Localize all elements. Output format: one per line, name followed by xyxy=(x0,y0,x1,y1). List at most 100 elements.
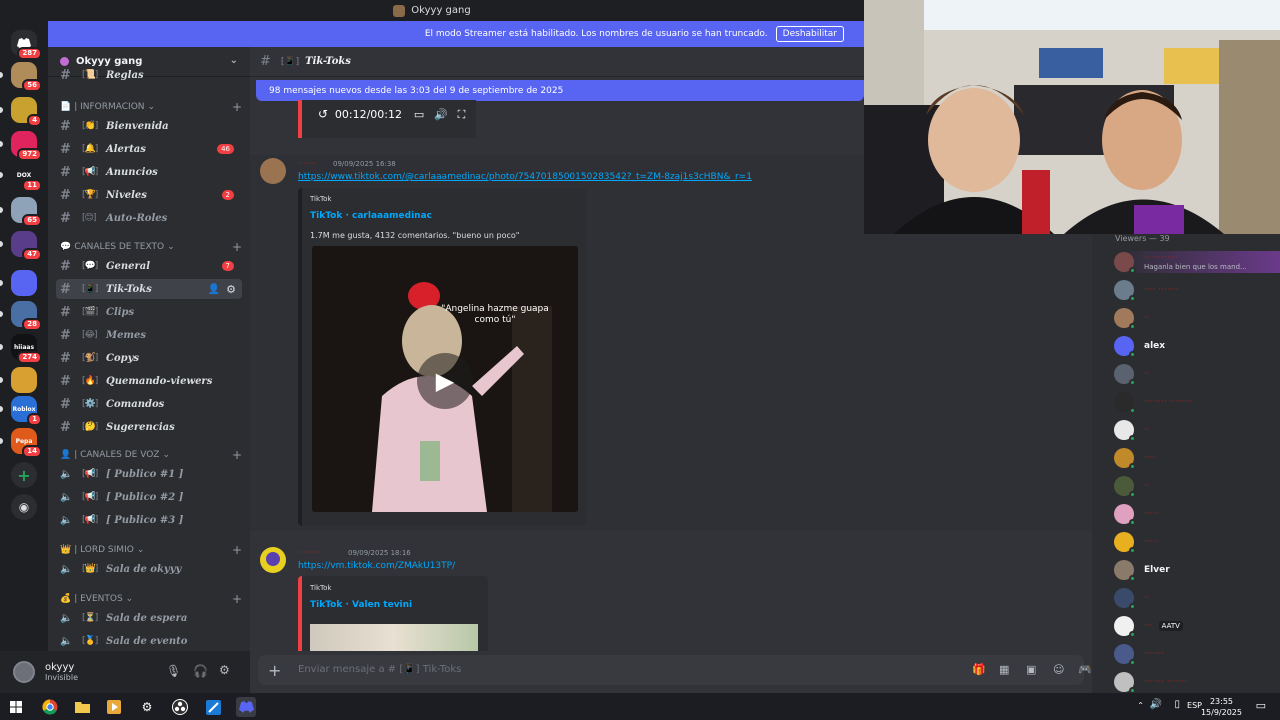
text-channel[interactable]: # [🤔] Sugerencias xyxy=(56,417,242,437)
avatar[interactable] xyxy=(260,158,286,184)
settings-icon[interactable]: ⚙ xyxy=(137,697,157,717)
add-server-icon[interactable]: + xyxy=(11,462,37,488)
server-icon[interactable]: 65 xyxy=(11,197,42,227)
info-channel[interactable]: # [🔔] Alertas 46 xyxy=(56,139,242,159)
add-channel-icon[interactable]: + xyxy=(232,543,242,557)
voice-channel[interactable]: 🔈 [📢] [ Publico #2 ] xyxy=(56,487,242,507)
captions-icon[interactable]: ▭ xyxy=(414,108,424,121)
fullscreen-icon[interactable]: ⛶ xyxy=(458,108,466,121)
add-channel-icon[interactable]: + xyxy=(232,448,242,462)
discover-icon[interactable]: ◉ xyxy=(11,494,37,520)
server-icon[interactable]: DOX 11 xyxy=(11,162,42,192)
channel-reglas[interactable]: # [📜] Reglas xyxy=(56,69,242,81)
info-channel[interactable]: # [👏] Bienvenida xyxy=(56,116,242,136)
play-icon[interactable]: ▶ xyxy=(417,353,473,409)
info-channel[interactable]: # [🏆] Niveles 2 xyxy=(56,185,242,205)
server-icon[interactable]: Roblox 1 xyxy=(11,396,42,426)
server-icon[interactable]: 28 xyxy=(11,301,42,331)
clock[interactable]: 23:55 15/9/2025 xyxy=(1201,696,1242,718)
server-icon[interactable]: 47 xyxy=(11,231,42,261)
folder-icon[interactable] xyxy=(72,697,92,717)
replay-icon[interactable]: ↺ xyxy=(318,107,328,121)
server-icon[interactable]: 972 xyxy=(11,131,42,161)
server-icon[interactable]: Pepa 14 xyxy=(11,428,42,458)
category-texto[interactable]: 💬 CANALES DE TEXTO ⌄ + xyxy=(60,240,242,254)
category-voz[interactable]: 👤 | CANALES DE VOZ ⌄ + xyxy=(60,448,242,462)
battery-icon[interactable]: ▯ xyxy=(1174,699,1180,710)
viewer-row[interactable]: ·· xyxy=(1114,419,1280,442)
chevron-up-icon[interactable]: ⌃ xyxy=(1137,701,1144,710)
add-channel-icon[interactable]: + xyxy=(232,592,242,606)
gif-icon[interactable]: ▦ xyxy=(999,663,1009,676)
text-channel[interactable]: # [😂] Memes xyxy=(56,325,242,345)
add-channel-icon[interactable]: + xyxy=(232,240,242,254)
message-link[interactable]: https://vm.tiktok.com/ZMAkU13TP/ xyxy=(298,561,455,571)
media-player-icon[interactable] xyxy=(104,697,124,717)
viewer-row[interactable]: ······· ······· xyxy=(1114,671,1280,693)
gamepad-icon[interactable]: 🎮 xyxy=(1078,663,1092,676)
viewer-row[interactable]: ·· xyxy=(1114,363,1280,386)
viewer-row[interactable]: ····· xyxy=(1114,503,1280,526)
category-lord-simio[interactable]: 👑 | LORD SIMIO ⌄ + xyxy=(60,543,242,557)
app-icon[interactable] xyxy=(203,697,223,717)
text-channel[interactable]: # [🎬] Clips xyxy=(56,302,242,322)
voice-channel[interactable]: 🔈 [📢] [ Publico #3 ] xyxy=(56,510,242,530)
viewer-row[interactable]: ·· xyxy=(1114,587,1280,610)
server-icon[interactable] xyxy=(11,367,37,393)
avatar[interactable] xyxy=(260,547,286,573)
gift-icon[interactable]: 🎁 xyxy=(972,663,986,676)
viewer-row[interactable]: ···· xyxy=(1114,447,1280,470)
message-author[interactable]: ······· xyxy=(298,159,316,168)
discord-home-icon[interactable]: 287 xyxy=(11,30,42,60)
text-channel[interactable]: # [📱] Tik-Toks 👤 ⚙ xyxy=(56,279,242,299)
voice-channel[interactable]: 🔈 [⏳] Sala de espera xyxy=(56,608,242,628)
sticker-icon[interactable]: ▣ xyxy=(1026,663,1036,676)
viewer-row[interactable]: ···· ······· xyxy=(1114,279,1280,302)
server-icon[interactable]: hiiaas 274 xyxy=(11,334,42,364)
chrome-icon[interactable] xyxy=(40,697,60,717)
info-channel[interactable]: # [😊] Auto-Roles xyxy=(56,208,242,228)
viewer-row[interactable]: ·· xyxy=(1114,475,1280,498)
emoji-icon[interactable]: ☺ xyxy=(1053,663,1064,676)
add-channel-icon[interactable]: + xyxy=(232,100,242,114)
microphone-icon[interactable]: 🎙 xyxy=(166,664,181,678)
voice-channel[interactable]: 🔈 [📢] [ Publico #1 ] xyxy=(56,464,242,484)
viewer-row[interactable]: Elver xyxy=(1114,559,1280,582)
server-icon[interactable] xyxy=(11,270,37,296)
voice-channel[interactable]: 🔈 [👑] Sala de okyyy xyxy=(56,559,242,579)
embed-thumbnail[interactable] xyxy=(310,624,478,651)
embed-title[interactable]: TikTok · carlaaamedinac xyxy=(310,211,432,221)
new-messages-bar[interactable]: 98 mensajes nuevos desde las 3:03 del 9 … xyxy=(256,80,864,101)
text-channel[interactable]: # [⚙️] Comandos xyxy=(56,394,242,414)
viewer-row[interactable]: ·· xyxy=(1114,307,1280,330)
message-input[interactable]: Enviar mensaje a # [📱] Tik-Toks xyxy=(298,664,461,675)
windows-start-icon[interactable] xyxy=(6,697,26,717)
server-icon[interactable]: 4 xyxy=(11,97,42,127)
viewer-row[interactable]: alex xyxy=(1114,335,1280,358)
obs-icon[interactable] xyxy=(170,697,190,717)
voice-channel[interactable]: 🔈 [🥇] Sala de evento xyxy=(56,631,242,651)
volume-icon[interactable]: 🔊 xyxy=(434,108,448,121)
viewer-row[interactable]: ··· AATV xyxy=(1114,615,1280,638)
gear-icon[interactable]: ⚙ xyxy=(226,283,236,296)
viewer-row[interactable]: ·· ········· Haganla bien que los mand... xyxy=(1114,251,1280,274)
gear-icon[interactable]: ⚙ xyxy=(219,663,230,677)
language-indicator[interactable]: ESP xyxy=(1187,701,1202,710)
text-channel[interactable]: # [🔥] Quemando-viewers xyxy=(56,371,242,391)
server-icon[interactable]: 56 xyxy=(11,62,42,92)
discord-taskbar-icon[interactable] xyxy=(236,697,256,717)
notification-icon[interactable]: ▭ xyxy=(1256,699,1266,712)
disable-streamer-button[interactable]: Deshabilitar xyxy=(775,26,844,42)
viewer-row[interactable]: ········ ········ xyxy=(1114,391,1280,414)
info-channel[interactable]: # [📢] Anuncios xyxy=(56,162,242,182)
embed-thumbnail[interactable]: "Angelina hazme guapa como tú" ▶ xyxy=(312,246,578,512)
text-channel[interactable]: # [🐒] Copys xyxy=(56,348,242,368)
volume-icon[interactable]: 🔊 xyxy=(1150,699,1162,710)
message-link[interactable]: https://www.tiktok.com/@carlaaamedinac/p… xyxy=(298,172,752,182)
headphones-icon[interactable]: 🎧 xyxy=(193,664,208,678)
viewer-row[interactable]: ······· xyxy=(1114,643,1280,666)
message-author[interactable]: ········· xyxy=(298,548,321,557)
text-channel[interactable]: # [💬] General 7 xyxy=(56,256,242,276)
invite-icon[interactable]: 👤 xyxy=(208,284,220,295)
video-player[interactable]: ↺ 00:12/00:12 ▭ 🔊 ⛶ xyxy=(298,100,476,138)
